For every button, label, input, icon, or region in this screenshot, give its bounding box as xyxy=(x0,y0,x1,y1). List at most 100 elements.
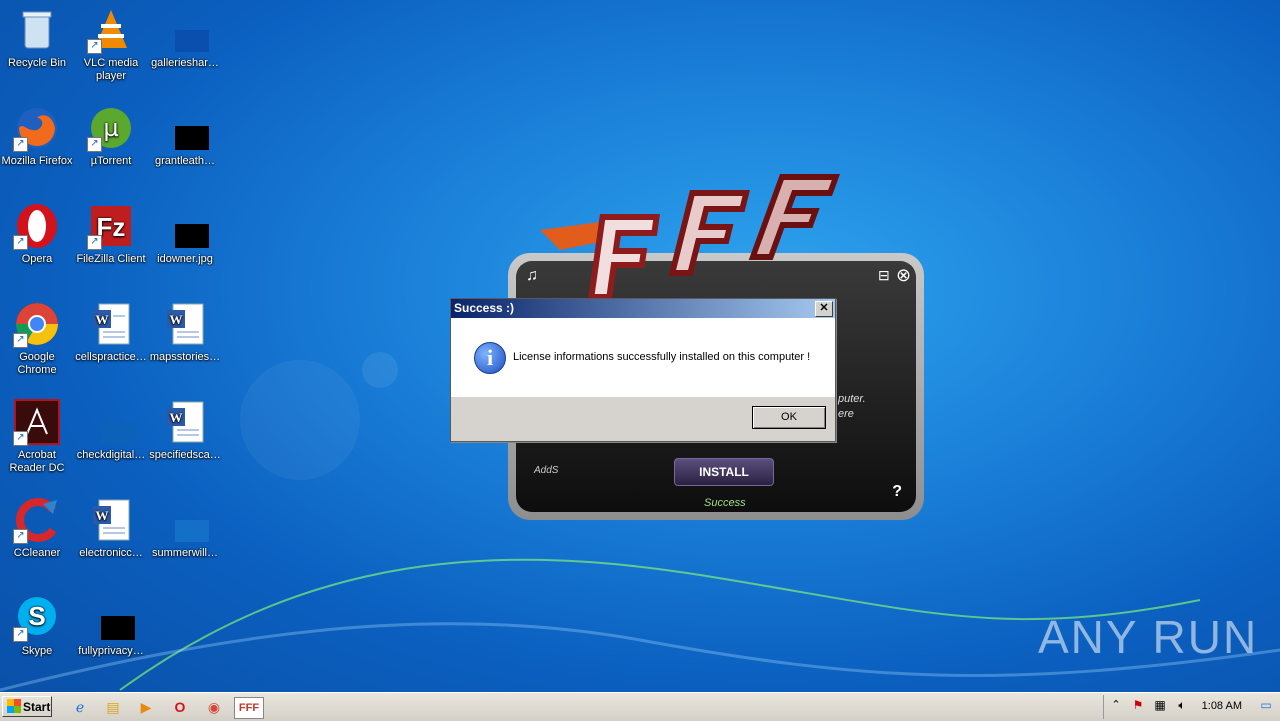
desktop-icon-label: Google Chrome xyxy=(17,351,57,376)
desktop-icon-chrome[interactable]: ↗ Google Chrome xyxy=(0,300,74,377)
svg-text:S: S xyxy=(28,601,45,631)
desktop-icon-firefox[interactable]: ↗ Mozilla Firefox xyxy=(0,104,74,168)
desktop-icon-label: mapsstories… xyxy=(149,351,221,363)
installer-text-fragment: puter. xyxy=(838,393,866,405)
opera-taskbar-icon[interactable]: O xyxy=(170,697,190,717)
desktop-icon-label: Opera xyxy=(21,253,53,265)
desktop-icon-word-doc[interactable]: W cellspractice… xyxy=(74,300,148,364)
svg-text:W: W xyxy=(170,312,183,327)
ccleaner-icon: ↗ xyxy=(13,496,61,544)
desktop-icon-filezilla[interactable]: Fz ↗ FileZilla Client xyxy=(74,202,148,266)
shortcut-arrow-icon: ↗ xyxy=(13,431,28,446)
clock[interactable]: 1:08 AM xyxy=(1202,700,1242,712)
media-player-icon[interactable]: ▶ xyxy=(136,697,156,717)
opera-icon: ↗ xyxy=(13,202,61,250)
desktop-icon-acrobat[interactable]: ↗ Acrobat Reader DC xyxy=(0,398,74,475)
desktop-icon-label: Skype xyxy=(21,645,53,657)
desktop-icon-label: µTorrent xyxy=(90,155,132,167)
acrobat-icon: ↗ xyxy=(13,398,61,446)
ok-button[interactable]: OK xyxy=(752,406,826,429)
desktop-icon-word-doc[interactable]: W electronicc… xyxy=(74,496,148,560)
shortcut-arrow-icon: ↗ xyxy=(87,39,102,54)
desktop-icon-label: cellspractice… xyxy=(75,351,147,363)
desktop-icon-vlc[interactable]: ↗ VLC media player xyxy=(74,6,148,83)
vlc-icon: ↗ xyxy=(87,6,135,54)
shortcut-arrow-icon: ↗ xyxy=(87,235,102,250)
message-dialog: Success :) ✕ i License informations succ… xyxy=(450,298,836,442)
filezilla-icon: Fz ↗ xyxy=(87,202,135,250)
desktop-icon-file[interactable]: checkdigital… xyxy=(74,398,148,462)
shortcut-arrow-icon: ↗ xyxy=(87,137,102,152)
desktop-icon-label: CCleaner xyxy=(13,547,61,559)
desktop-icon-label: grantleath… xyxy=(155,155,215,167)
watermark: ANY RUN xyxy=(1038,610,1258,664)
file-icon xyxy=(87,398,147,446)
shortcut-arrow-icon: ↗ xyxy=(13,137,28,152)
svg-text:W: W xyxy=(170,410,183,425)
desktop-icon-label: idowner.jpg xyxy=(157,253,213,265)
shortcut-arrow-icon: ↗ xyxy=(13,333,28,348)
utorrent-icon: µ ↗ xyxy=(87,104,135,152)
desktop-icon-word-doc[interactable]: W mapsstories… xyxy=(148,300,222,364)
dialog-close-button[interactable]: ✕ xyxy=(815,301,833,317)
tray-expand-icon[interactable]: ⌃ xyxy=(1106,695,1126,715)
shortcut-arrow-icon: ↗ xyxy=(13,627,28,642)
desktop-icon-skype[interactable]: S ↗ Skype xyxy=(0,594,74,658)
desktop-icon-label: specifiedsca… xyxy=(149,449,221,461)
install-button[interactable]: INSTALL xyxy=(674,458,774,486)
firefox-icon: ↗ xyxy=(13,104,61,152)
desktop-icon-ccleaner[interactable]: ↗ CCleaner xyxy=(0,496,74,560)
desktop-icon-word-doc[interactable]: W specifiedsca… xyxy=(148,398,222,462)
svg-text:W: W xyxy=(96,312,109,327)
fff-installer-taskbar-icon[interactable]: FFF xyxy=(234,697,264,719)
start-label: Start xyxy=(23,700,51,714)
file-icon xyxy=(87,594,147,642)
show-desktop-icon[interactable]: ▭ xyxy=(1256,695,1276,715)
desktop-icon-opera[interactable]: ↗ Opera xyxy=(0,202,74,266)
file-icon xyxy=(161,496,221,544)
music-note-icon[interactable]: ♫ xyxy=(526,267,538,285)
install-status: Success xyxy=(704,497,746,509)
close-icon[interactable]: ⊗ xyxy=(896,265,911,286)
desktop-icon-utorrent[interactable]: µ ↗ µTorrent xyxy=(74,104,148,168)
dialog-title: Success :) xyxy=(454,301,515,315)
word-doc-icon: W xyxy=(161,398,209,446)
volume-icon[interactable]: 🔈︎ xyxy=(1172,695,1192,715)
desktop-icon-file[interactable]: summerwill… xyxy=(148,496,222,560)
minimize-icon[interactable]: ⊟ xyxy=(878,267,890,284)
desktop-icon-label: checkdigital… xyxy=(76,449,146,461)
desktop-icon-label: VLC media player xyxy=(83,57,139,82)
desktop-icon-image-file[interactable]: idowner.jpg xyxy=(148,202,222,266)
chrome-icon: ↗ xyxy=(13,300,61,348)
word-doc-icon: W xyxy=(161,300,209,348)
svg-text:µ: µ xyxy=(103,114,118,142)
chrome-taskbar-icon[interactable]: ◉ xyxy=(204,697,224,717)
desktop-icon-recycle-bin[interactable]: Recycle Bin xyxy=(0,6,74,70)
desktop-icon-label: gallerieshar… xyxy=(151,57,219,69)
internet-explorer-icon[interactable]: ℯ xyxy=(70,697,90,717)
shortcut-arrow-icon: ↗ xyxy=(13,529,28,544)
word-doc-icon: W xyxy=(87,300,135,348)
network-icon[interactable]: ▦ xyxy=(1150,695,1170,715)
taskbar: Start ℯ ▤ ▶ O ◉ FFF ⌃ ⚑ ▦ 🔈︎ 1:08 AM ▭ xyxy=(0,692,1280,721)
desktop-icon-file[interactable]: fullyprivacy… xyxy=(74,594,148,658)
desktop-icon-label: electronicc… xyxy=(79,547,143,559)
desktop-icon-file[interactable]: gallerieshar… xyxy=(148,6,222,70)
skype-icon: S ↗ xyxy=(13,594,61,642)
desktop-icon-label: summerwill… xyxy=(152,547,218,559)
side-text: AddS xyxy=(534,465,559,476)
explorer-folder-icon[interactable]: ▤ xyxy=(103,697,123,717)
action-center-icon[interactable]: ⚑ xyxy=(1128,695,1148,715)
help-icon[interactable]: ? xyxy=(892,483,902,501)
word-doc-icon: W xyxy=(87,496,135,544)
dialog-message: License informations successfully instal… xyxy=(513,351,811,363)
start-button[interactable]: Start xyxy=(2,696,52,717)
windows-logo-icon xyxy=(7,699,21,713)
recycle-bin-icon xyxy=(13,6,61,54)
shortcut-arrow-icon: ↗ xyxy=(13,235,28,250)
watermark-text: ANY RUN xyxy=(1038,611,1259,663)
file-icon xyxy=(161,6,221,54)
desktop-icon-file[interactable]: grantleath… xyxy=(148,104,222,168)
dialog-body: i License informations successfully inst… xyxy=(451,318,835,397)
dialog-titlebar[interactable]: Success :) ✕ xyxy=(451,299,835,318)
